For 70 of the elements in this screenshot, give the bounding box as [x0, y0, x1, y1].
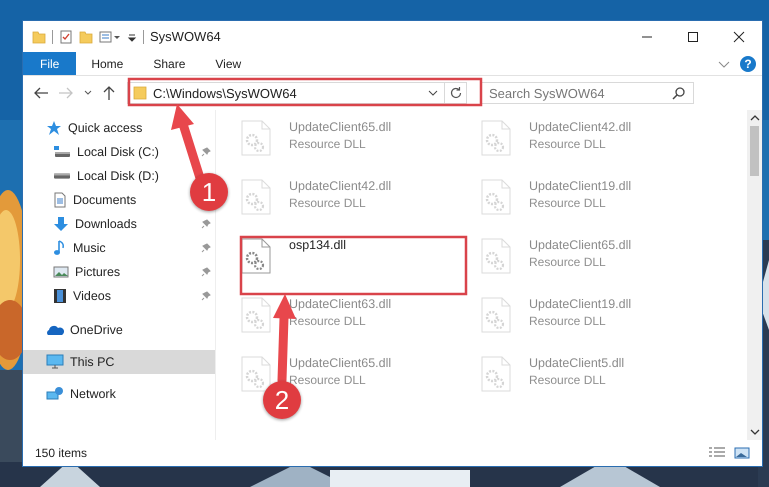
refresh-button[interactable] [445, 82, 467, 104]
file-type: Resource DLL [529, 196, 607, 210]
ribbon-tab[interactable]: Home [76, 52, 138, 75]
up-arrow-icon[interactable] [102, 85, 116, 101]
address-field[interactable]: C:\Windows\SysWOW64 [127, 82, 445, 104]
file-gear-icon [241, 297, 271, 333]
picture-icon [53, 265, 69, 279]
scrollbar-thumb[interactable] [750, 126, 759, 176]
file-type: Resource DLL [529, 255, 607, 269]
search-icon[interactable] [672, 86, 686, 100]
item-count: 150 items [35, 446, 88, 460]
file-gear-icon [481, 120, 511, 156]
search-field[interactable]: Search SysWOW64 [480, 82, 694, 104]
close-icon[interactable] [733, 30, 745, 42]
document-icon [53, 192, 67, 208]
window-title: SysWOW64 [150, 29, 221, 44]
file-type: Resource DLL [289, 196, 367, 210]
sidebar-item[interactable]: This PC [23, 350, 215, 374]
sidebar-item[interactable]: Local Disk (D:) [23, 164, 163, 188]
file-type: Resource DLL [289, 137, 367, 151]
file-gear-icon [241, 356, 271, 392]
ribbon-tab[interactable]: View [200, 52, 256, 75]
maximize-icon[interactable] [687, 30, 699, 42]
folder-icon [133, 86, 147, 100]
chevron-down-icon[interactable] [427, 88, 439, 98]
sidebar-item[interactable]: Videos [23, 284, 115, 308]
download-arrow-icon [53, 216, 69, 232]
sidebar-item[interactable]: Documents [23, 188, 140, 212]
music-note-icon [53, 240, 67, 256]
file-gear-icon [481, 238, 511, 274]
pin-icon[interactable] [201, 243, 211, 253]
file-gear-icon [481, 179, 511, 215]
sidebar-item[interactable]: Pictures [23, 260, 124, 284]
pin-icon[interactable] [201, 147, 211, 157]
file-type: Resource DLL [289, 314, 367, 328]
file-type: Resource DLL [529, 137, 607, 151]
sidebar-item[interactable]: Downloads [23, 212, 141, 236]
refresh-icon[interactable] [448, 86, 462, 100]
film-icon [53, 288, 67, 304]
file-gear-icon [241, 179, 271, 215]
ribbon-tab[interactable]: File [23, 52, 76, 75]
pin-icon[interactable] [201, 267, 211, 277]
system-drive-icon [53, 145, 71, 159]
file-type: Resource DLL [529, 314, 607, 328]
ribbon-tab[interactable]: Share [138, 52, 200, 75]
checklist-icon[interactable] [59, 30, 73, 44]
scroll-down-icon[interactable] [750, 428, 760, 436]
star-icon [46, 120, 62, 136]
file-name[interactable]: osp134.dll [289, 238, 346, 252]
file-gear-icon [481, 297, 511, 333]
large-icons-view-icon[interactable] [734, 446, 750, 460]
cloud-icon [46, 324, 64, 336]
drive-icon [54, 173, 70, 179]
file-gear-icon [241, 120, 271, 156]
scroll-up-icon[interactable] [750, 114, 760, 122]
file-gear-icon [241, 238, 271, 274]
pin-icon[interactable] [201, 219, 211, 229]
properties-icon[interactable] [99, 30, 121, 44]
monitor-icon [46, 354, 64, 370]
pin-icon[interactable] [201, 291, 211, 301]
back-arrow-icon[interactable] [33, 86, 49, 100]
sidebar-item[interactable]: OneDrive [23, 318, 215, 342]
sidebar-item[interactable]: Network [23, 382, 215, 406]
file-gear-icon [481, 356, 511, 392]
help-button[interactable]: ? [740, 56, 756, 72]
sidebar-item[interactable]: Music [23, 236, 110, 260]
file-type: Resource DLL [529, 373, 607, 387]
sidebar-item[interactable]: Quick access [23, 116, 215, 140]
sidebar-item[interactable]: Local Disk (C:) [23, 140, 163, 164]
network-icon [46, 386, 64, 402]
